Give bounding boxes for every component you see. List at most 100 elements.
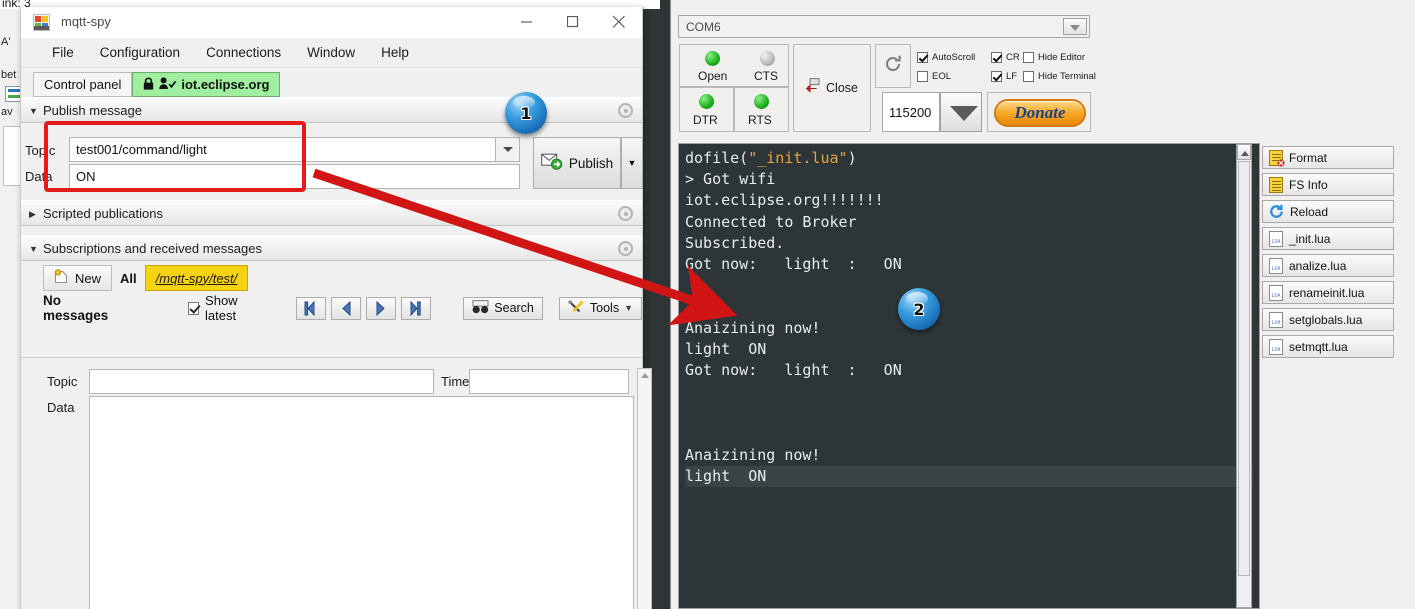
autoscroll-checkbox-row[interactable]: AutoScroll [917,52,975,63]
gear-icon[interactable] [618,103,633,118]
search-button-label: Search [494,301,534,315]
data-label: Data [25,169,53,184]
subscription-tab-all[interactable]: All [112,265,145,291]
detail-scrollbar[interactable] [637,368,652,609]
gear-icon[interactable] [618,206,633,221]
lf-checkbox-row[interactable]: LF [991,71,1017,82]
tab-label: iot.eclipse.org [181,77,270,92]
hide-terminal-checkbox[interactable] [1023,71,1034,82]
file-button-analize-lua[interactable]: LUA analize.lua [1262,254,1394,277]
publish-options-button[interactable]: ▼ [621,137,643,189]
detail-topic-input[interactable] [89,369,434,394]
window-title: mqtt-spy [61,14,111,29]
fs-info-button-label: FS Info [1289,177,1328,192]
subscription-tab-mqtt-spy-test[interactable]: /mqtt-spy/test/ [144,265,249,291]
topic-dropdown-button[interactable] [496,137,520,162]
scroll-up-icon[interactable] [1237,144,1251,160]
terminal-scrollbar[interactable] [1236,144,1252,608]
donate-group: Donate [987,92,1091,132]
publish-envelope-icon [541,153,563,173]
scripted-publications-panel-header[interactable]: ▶ Scripted publications [21,200,642,226]
rts-group[interactable]: RTS [734,87,789,132]
baud-rate-dropdown[interactable] [940,92,982,132]
scrollbar-thumb[interactable] [1238,161,1250,576]
terminal-line: Got now: light : ON [685,361,902,380]
eol-checkbox-row[interactable]: EOL [917,71,951,82]
file-button-setglobals-lua[interactable]: LUA setglobals.lua [1262,308,1394,331]
show-latest-checkbox[interactable] [188,301,200,315]
menu-item-help[interactable]: Help [368,41,422,64]
connection-tabbar: Control panel iot.eclipse.org [21,68,642,97]
open-cts-group: Open CTS [679,44,789,87]
com-port-select[interactable]: COM6 [678,15,1090,38]
autoscroll-checkbox[interactable] [917,52,928,63]
donate-button[interactable]: Donate [994,99,1086,127]
hide-terminal-checkbox-row[interactable]: Hide Terminal [1023,71,1096,82]
file-button-renameinit-lua[interactable]: LUA renameinit.lua [1262,281,1394,304]
menu-item-file[interactable]: File [39,41,87,64]
detail-time-input[interactable] [469,369,629,394]
dtr-group[interactable]: DTR [679,87,734,132]
minimize-icon[interactable] [504,7,550,37]
new-subscription-button[interactable]: New [43,265,113,291]
rts-led[interactable] [754,94,769,109]
hide-editor-checkbox[interactable] [1023,52,1034,63]
user-check-icon [159,76,177,93]
detail-time-label: Time [441,374,470,389]
serial-terminal[interactable]: dofile("_init.lua") > Got wifi iot.eclip… [678,143,1260,609]
topic-input[interactable] [69,137,496,162]
gear-icon[interactable] [618,241,633,256]
open-label: Open [698,69,728,83]
file-button-setmqtt-lua[interactable]: LUA setmqtt.lua [1262,335,1394,358]
search-button[interactable]: Search [463,296,543,320]
refresh-button[interactable] [875,44,911,88]
mqtt-spy-window: mqtt-spy File Configuration Connections … [20,7,652,609]
detail-data-label: Data [47,400,75,415]
eol-checkbox[interactable] [917,71,928,82]
maximize-icon[interactable] [550,7,596,37]
rts-label: RTS [748,113,772,127]
menu-item-configuration[interactable]: Configuration [87,41,193,64]
file-button-init-lua[interactable]: LUA _init.lua [1262,227,1394,250]
last-message-button[interactable] [401,296,432,320]
previous-message-button[interactable] [331,296,362,320]
show-latest-label: Show latest [205,293,238,323]
menu-item-window[interactable]: Window [294,41,368,64]
cts-label: CTS [754,69,778,83]
hide-terminal-label: Hide Terminal [1038,71,1096,82]
lf-checkbox[interactable] [991,71,1002,82]
cr-checkbox-row[interactable]: CR [991,52,1020,63]
tools-icon [568,299,585,317]
data-input[interactable] [69,164,520,189]
mqtt-spy-titlebar: mqtt-spy [21,7,642,38]
detail-topic-label: Topic [47,374,78,389]
fs-info-button[interactable]: FS Info [1262,173,1394,196]
cr-checkbox[interactable] [991,52,1002,63]
publish-button[interactable]: Publish [533,137,621,189]
dtr-led[interactable] [699,94,714,109]
first-message-button[interactable] [296,296,327,320]
tab-iot-eclipse-org[interactable]: iot.eclipse.org [132,72,281,97]
terminal-line: Anaizining now! [685,445,821,464]
open-led[interactable] [705,51,720,66]
chevron-down-icon[interactable] [1063,18,1087,35]
lock-icon [143,77,154,93]
next-message-button[interactable] [366,296,397,320]
format-button[interactable]: Format [1262,146,1394,169]
menu-item-connections[interactable]: Connections [193,41,294,64]
detail-data-textarea[interactable] [89,396,634,609]
chevron-down-icon: ▼ [627,158,637,168]
subscriptions-panel-header[interactable]: ▼ Subscriptions and received messages [21,235,642,261]
hide-editor-checkbox-row[interactable]: Hide Editor [1023,52,1085,63]
tab-control-panel[interactable]: Control panel [33,72,133,97]
reload-button[interactable]: Reload [1262,200,1394,223]
close-icon[interactable] [596,7,642,37]
publish-message-panel-header[interactable]: ▼ Publish message [21,97,642,123]
format-button-label: Format [1289,150,1328,165]
lua-file-icon: LUA [1269,338,1283,355]
hide-editor-label: Hide Editor [1038,52,1085,63]
baud-rate-input[interactable] [882,92,940,132]
close-button[interactable]: Close [793,44,871,132]
tools-button[interactable]: Tools ▼ [558,296,642,320]
message-status: No messages [43,293,109,323]
